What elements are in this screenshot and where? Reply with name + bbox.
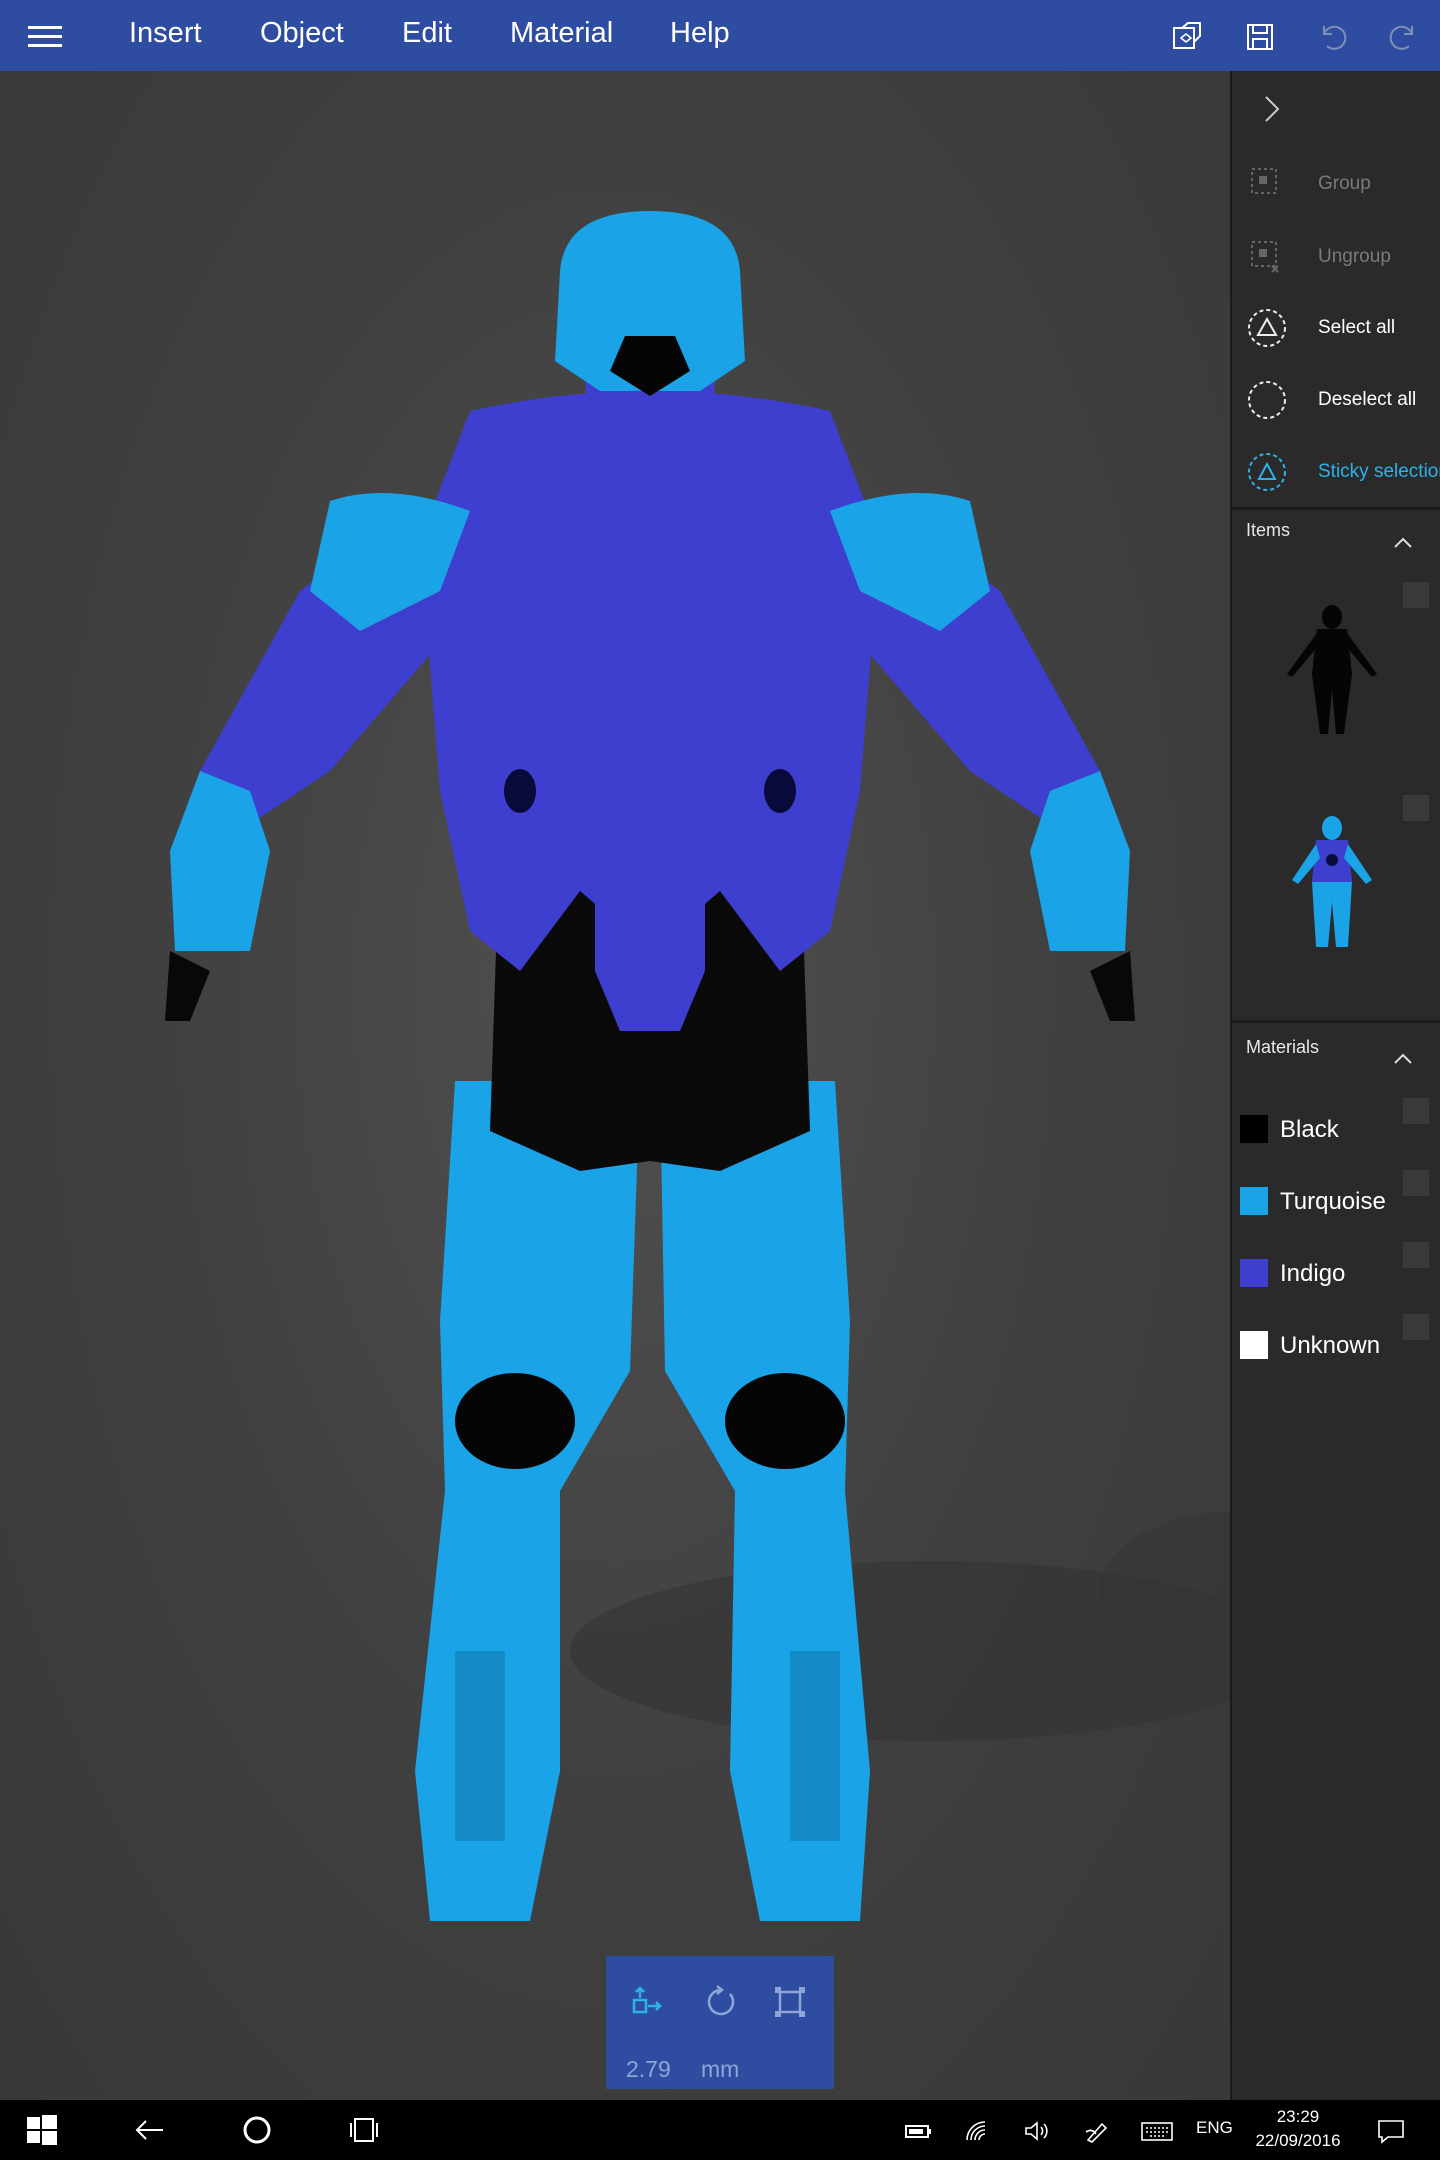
3d-view-icon[interactable] xyxy=(1170,20,1204,54)
chevron-up-icon[interactable] xyxy=(1390,530,1416,556)
menu-material[interactable]: Material xyxy=(510,17,613,50)
windows-start-icon[interactable] xyxy=(26,2114,58,2146)
transform-value[interactable]: 2.79 xyxy=(626,2056,671,2083)
swatch-indigo xyxy=(1240,1259,1268,1287)
transform-toolbar: 2.79 mm xyxy=(606,1956,834,2089)
material-unknown[interactable]: Unknown xyxy=(1240,1325,1400,1365)
menu-bar: Insert Object Edit Material Help xyxy=(0,0,1440,71)
swatch-unknown xyxy=(1240,1331,1268,1359)
back-arrow-icon[interactable] xyxy=(133,2114,165,2146)
group-button[interactable]: Group xyxy=(1246,159,1438,209)
panel-divider xyxy=(1232,1020,1440,1023)
clock-date: 22/09/2016 xyxy=(1255,2131,1341,2150)
material-checkbox[interactable] xyxy=(1402,1097,1430,1125)
menu-object[interactable]: Object xyxy=(260,17,344,50)
group-icon xyxy=(1246,163,1288,205)
save-icon[interactable] xyxy=(1243,20,1277,54)
item-checkbox[interactable] xyxy=(1402,581,1430,609)
swatch-black xyxy=(1240,1115,1268,1143)
material-checkbox[interactable] xyxy=(1402,1169,1430,1197)
material-checkbox[interactable] xyxy=(1402,1313,1430,1341)
3d-viewport[interactable] xyxy=(0,71,1230,2100)
ungroup-icon xyxy=(1246,236,1288,278)
language-indicator[interactable]: ENG xyxy=(1196,2118,1233,2138)
action-center-icon[interactable] xyxy=(1376,2118,1406,2144)
wifi-icon[interactable] xyxy=(963,2118,993,2144)
cortana-search-icon[interactable] xyxy=(241,2114,273,2146)
item-thumbnail-armor-suit[interactable] xyxy=(1272,802,1392,952)
transform-unit: mm xyxy=(701,2056,740,2082)
deselect-all-icon xyxy=(1246,379,1288,421)
items-header: Items xyxy=(1246,520,1291,540)
deselect-all-button[interactable]: Deselect all xyxy=(1246,375,1438,425)
hamburger-menu-icon[interactable] xyxy=(28,22,62,50)
chevron-right-icon[interactable] xyxy=(1254,91,1290,127)
material-black[interactable]: Black xyxy=(1240,1109,1400,1149)
battery-icon[interactable] xyxy=(904,2118,934,2144)
material-indigo[interactable]: Indigo xyxy=(1240,1253,1400,1293)
clock-time: 23:29 xyxy=(1276,2107,1320,2126)
material-checkbox[interactable] xyxy=(1402,1241,1430,1269)
menu-insert[interactable]: Insert xyxy=(129,17,202,50)
chevron-up-icon[interactable] xyxy=(1390,1046,1416,1072)
item-thumbnail-black-figure[interactable] xyxy=(1272,589,1392,739)
sticky-selection-icon xyxy=(1246,451,1288,493)
panel-divider xyxy=(1232,507,1440,510)
select-all-button[interactable]: Select all xyxy=(1246,303,1438,353)
swatch-turquoise xyxy=(1240,1187,1268,1215)
menu-edit[interactable]: Edit xyxy=(402,17,452,50)
right-panel: Group Ungroup Select all Deselect all St… xyxy=(1230,71,1440,2100)
volume-icon[interactable] xyxy=(1022,2118,1052,2144)
materials-header: Materials xyxy=(1246,1037,1320,1057)
move-icon[interactable] xyxy=(626,1982,666,2022)
clock[interactable]: 23:29 22/09/2016 xyxy=(1248,2105,1348,2153)
pen-workspace-icon[interactable] xyxy=(1082,2118,1112,2144)
item-checkbox[interactable] xyxy=(1402,794,1430,822)
ungroup-button[interactable]: Ungroup xyxy=(1246,232,1438,282)
taskbar: ENG 23:29 22/09/2016 xyxy=(0,2100,1440,2160)
rotate-icon[interactable] xyxy=(700,1982,740,2022)
task-view-icon[interactable] xyxy=(348,2114,380,2146)
touch-keyboard-icon[interactable] xyxy=(1140,2118,1174,2144)
scale-icon[interactable] xyxy=(770,1982,810,2022)
select-all-icon xyxy=(1246,307,1288,349)
material-turquoise[interactable]: Turquoise xyxy=(1240,1181,1400,1221)
menu-help[interactable]: Help xyxy=(670,17,730,50)
undo-icon[interactable] xyxy=(1315,20,1349,54)
sticky-selection-button[interactable]: Sticky selection xyxy=(1246,447,1440,497)
3d-model-armor-suit[interactable] xyxy=(0,71,1230,2100)
redo-icon[interactable] xyxy=(1387,20,1421,54)
